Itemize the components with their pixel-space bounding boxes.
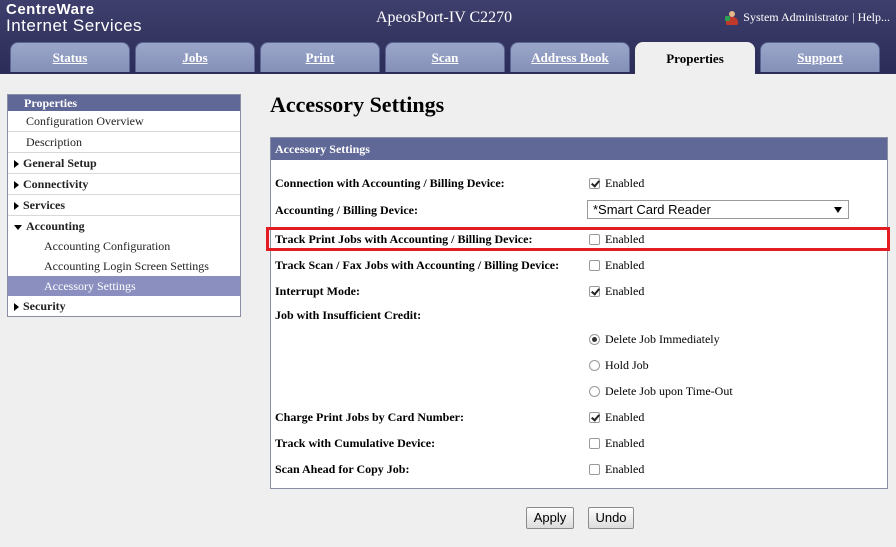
highlight-box [266, 227, 890, 251]
tab-jobs[interactable]: Jobs [135, 42, 255, 72]
sidebar-item-security[interactable]: Security [8, 296, 240, 316]
sidebar-item-label: General Setup [23, 156, 97, 170]
enabled-label: Enabled [605, 176, 645, 190]
sidebar-item-label: Connectivity [23, 177, 89, 191]
product-name: ApeosPort-IV C2270 [376, 9, 513, 26]
interrupt-control: Enabled [589, 284, 644, 299]
connection-label: Connection with Accounting / Billing Dev… [275, 176, 505, 190]
sidebar-item-connectivity[interactable]: Connectivity [8, 174, 240, 195]
help-link[interactable]: | Help... [852, 10, 890, 25]
tab-address-book[interactable]: Address Book [510, 42, 630, 72]
radio-delete-immediately-control: Delete Job Immediately [589, 332, 720, 347]
expand-triangle-icon [14, 160, 19, 169]
connection-control: Enabled [589, 176, 644, 191]
radio-label: Delete Job upon Time-Out [605, 384, 733, 398]
track-scan-checkbox[interactable] [589, 260, 600, 271]
radio-hold-job-control: Hold Job [589, 358, 649, 373]
logo-line2: Internet Services [6, 16, 143, 35]
properties-sidebar: Properties Configuration Overview Descri… [7, 94, 241, 317]
interrupt-checkbox[interactable] [589, 286, 600, 297]
sidebar-item-label: Services [23, 198, 65, 212]
tab-scan[interactable]: Scan [385, 42, 505, 72]
radio-delete-immediately[interactable] [589, 334, 600, 345]
track-cumulative-control: Enabled [589, 436, 644, 451]
radio-delete-timeout-control: Delete Job upon Time-Out [589, 384, 733, 399]
charge-print-control: Enabled [589, 410, 644, 425]
radio-label: Delete Job Immediately [605, 332, 720, 346]
apply-button[interactable]: Apply [526, 507, 574, 529]
tab-properties[interactable]: Properties [635, 42, 755, 74]
user-name-link[interactable]: System Administrator [743, 10, 848, 25]
enabled-label: Enabled [605, 284, 645, 298]
enabled-label: Enabled [605, 436, 645, 450]
user-area: System Administrator | Help... [725, 10, 890, 25]
radio-hold-job[interactable] [589, 360, 600, 371]
main-tabs: Status Jobs Print Scan Address Book Prop… [0, 42, 896, 74]
sidebar-title: Properties [8, 95, 240, 111]
sidebar-item-configuration-overview[interactable]: Configuration Overview [8, 111, 240, 132]
track-cumulative-label: Track with Cumulative Device: [275, 436, 436, 450]
tab-support[interactable]: Support [760, 42, 880, 72]
connection-checkbox[interactable] [589, 178, 600, 189]
sidebar-item-accounting[interactable]: Accounting [8, 216, 240, 236]
scan-ahead-checkbox[interactable] [589, 464, 600, 475]
header-bar: CentreWare Internet Services ApeosPort-I… [0, 0, 896, 74]
device-label: Accounting / Billing Device: [275, 203, 418, 217]
chevron-down-icon [834, 207, 842, 213]
charge-print-checkbox[interactable] [589, 412, 600, 423]
expand-triangle-icon [14, 303, 19, 312]
undo-button[interactable]: Undo [588, 507, 634, 529]
panel-title: Accessory Settings [271, 138, 887, 160]
charge-print-label: Charge Print Jobs by Card Number: [275, 410, 464, 424]
sidebar-item-accounting-configuration[interactable]: Accounting Configuration [8, 236, 240, 256]
collapse-triangle-icon [14, 224, 22, 230]
enabled-label: Enabled [605, 258, 645, 272]
billing-device-select[interactable]: *Smart Card Reader [587, 200, 849, 219]
sidebar-item-services[interactable]: Services [8, 195, 240, 216]
billing-device-value: *Smart Card Reader [593, 202, 711, 217]
track-scan-label: Track Scan / Fax Jobs with Accounting / … [275, 258, 560, 272]
scan-ahead-label: Scan Ahead for Copy Job: [275, 462, 410, 476]
sidebar-item-label: Security [23, 299, 66, 313]
sidebar-item-accessory-settings[interactable]: Accessory Settings [8, 276, 240, 296]
settings-panel: Accessory Settings Connection with Accou… [270, 137, 888, 489]
centreware-logo: CentreWare Internet Services [6, 2, 143, 35]
insufficient-credit-label: Job with Insufficient Credit: [275, 308, 422, 322]
sidebar-item-label: Accounting [26, 219, 85, 233]
enabled-label: Enabled [605, 462, 645, 476]
page-title: Accessory Settings [270, 92, 445, 117]
tab-print[interactable]: Print [260, 42, 380, 72]
scan-ahead-control: Enabled [589, 462, 644, 477]
track-cumulative-checkbox[interactable] [589, 438, 600, 449]
expand-triangle-icon [14, 202, 19, 211]
admin-user-icon [725, 10, 739, 25]
expand-triangle-icon [14, 181, 19, 190]
tab-status[interactable]: Status [10, 42, 130, 72]
enabled-label: Enabled [605, 410, 645, 424]
radio-label: Hold Job [605, 358, 649, 372]
radio-delete-timeout[interactable] [589, 386, 600, 397]
sidebar-item-accounting-login-screen[interactable]: Accounting Login Screen Settings [8, 256, 240, 276]
sidebar-item-general-setup[interactable]: General Setup [8, 153, 240, 174]
track-scan-control: Enabled [589, 258, 644, 273]
interrupt-label: Interrupt Mode: [275, 284, 360, 298]
sidebar-item-description[interactable]: Description [8, 132, 240, 153]
